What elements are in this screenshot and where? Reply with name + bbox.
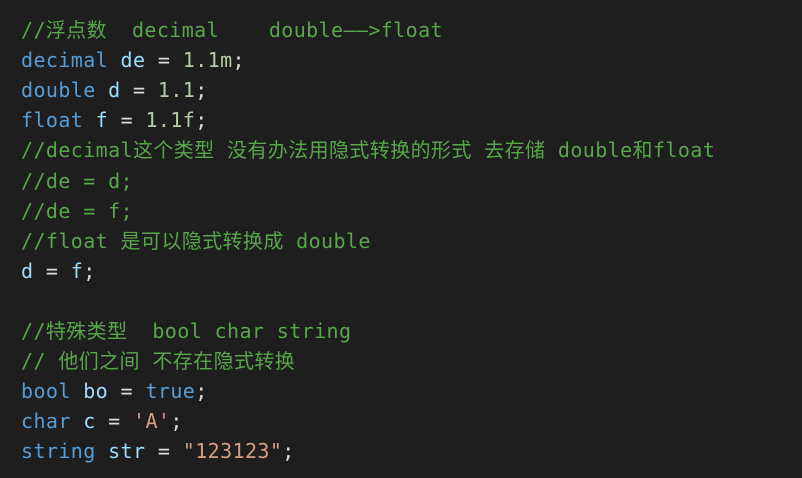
code-line: float f = 1.1f; — [21, 105, 208, 135]
code-identifier: d — [108, 78, 121, 103]
code-line: //float 是可以隐式转换成 double — [21, 226, 371, 256]
code-comment: // 他们之间 不存在隐式转换 — [21, 349, 296, 374]
code-punctuation — [71, 409, 83, 433]
code-line: bool bo = true; — [21, 376, 208, 406]
code-comment: //float 是可以隐式转换成 double — [21, 228, 371, 253]
code-punctuation: = — [120, 78, 158, 103]
code-string-literal: 'A' — [133, 409, 171, 434]
code-identifier: bo — [83, 379, 109, 404]
code-line: char c = 'A'; — [21, 406, 183, 436]
code-punctuation: ; — [195, 78, 208, 103]
code-punctuation: = — [145, 48, 183, 73]
code-string-literal: "123123" — [182, 439, 283, 464]
code-keyword: decimal — [21, 48, 109, 73]
code-keyword: float — [21, 108, 84, 133]
code-keyword: char — [21, 409, 71, 434]
code-comment: //de = d; — [21, 168, 133, 193]
code-keyword: bool — [21, 379, 71, 404]
code-line: //浮点数 decimal double——>float — [21, 15, 443, 45]
code-number-literal: 1.1f — [145, 108, 196, 133]
code-line: //de = f; — [21, 196, 133, 226]
code-punctuation — [108, 48, 120, 72]
code-line: double d = 1.1; — [21, 75, 208, 105]
code-punctuation: ; — [232, 48, 245, 73]
code-punctuation: = — [145, 439, 183, 464]
code-editor[interactable]: //浮点数 decimal double——>float decimal de =… — [0, 0, 802, 478]
code-number-literal: 1.1 — [157, 78, 196, 103]
code-line: //decimal这个类型 没有办法用隐式转换的形式 去存储 double和fl… — [21, 135, 715, 165]
code-punctuation: = — [108, 379, 146, 404]
code-punctuation — [96, 439, 108, 463]
code-identifier: f — [95, 108, 109, 133]
code-number-literal: 1.1m — [182, 48, 233, 73]
code-punctuation: ; — [170, 409, 183, 434]
code-identifier: f — [70, 258, 84, 283]
code-punctuation: = — [95, 409, 133, 434]
code-keyword: true — [145, 379, 196, 404]
code-punctuation: = — [108, 108, 146, 133]
code-identifier: de — [120, 48, 146, 73]
code-punctuation: ; — [282, 439, 295, 464]
code-comment: //decimal这个类型 没有办法用隐式转换的形式 去存储 double和fl… — [21, 138, 716, 163]
code-comment: //de = f; — [21, 198, 133, 223]
code-punctuation: ; — [83, 258, 96, 283]
code-comment: //浮点数 decimal double——>float — [21, 18, 443, 42]
code-keyword: string — [21, 439, 96, 464]
code-punctuation: ; — [195, 108, 208, 133]
code-punctuation: ; — [195, 379, 208, 404]
code-line: //de = d; — [21, 166, 133, 196]
code-comment: //特殊类型 bool char string — [21, 319, 352, 343]
code-line: // 他们之间 不存在隐式转换 — [21, 346, 295, 376]
code-line: decimal de = 1.1m; — [21, 45, 245, 75]
code-punctuation — [71, 379, 83, 403]
code-punctuation: = — [33, 258, 71, 283]
code-identifier: d — [21, 258, 34, 283]
code-keyword: double — [21, 78, 96, 103]
code-line: //特殊类型 bool char string — [21, 316, 351, 346]
code-line: string str = "123123"; — [21, 436, 295, 466]
code-punctuation — [83, 108, 95, 132]
code-line: d = f; — [21, 256, 96, 286]
code-punctuation — [96, 78, 108, 102]
code-identifier: str — [108, 439, 146, 464]
code-identifier: c — [83, 409, 96, 434]
